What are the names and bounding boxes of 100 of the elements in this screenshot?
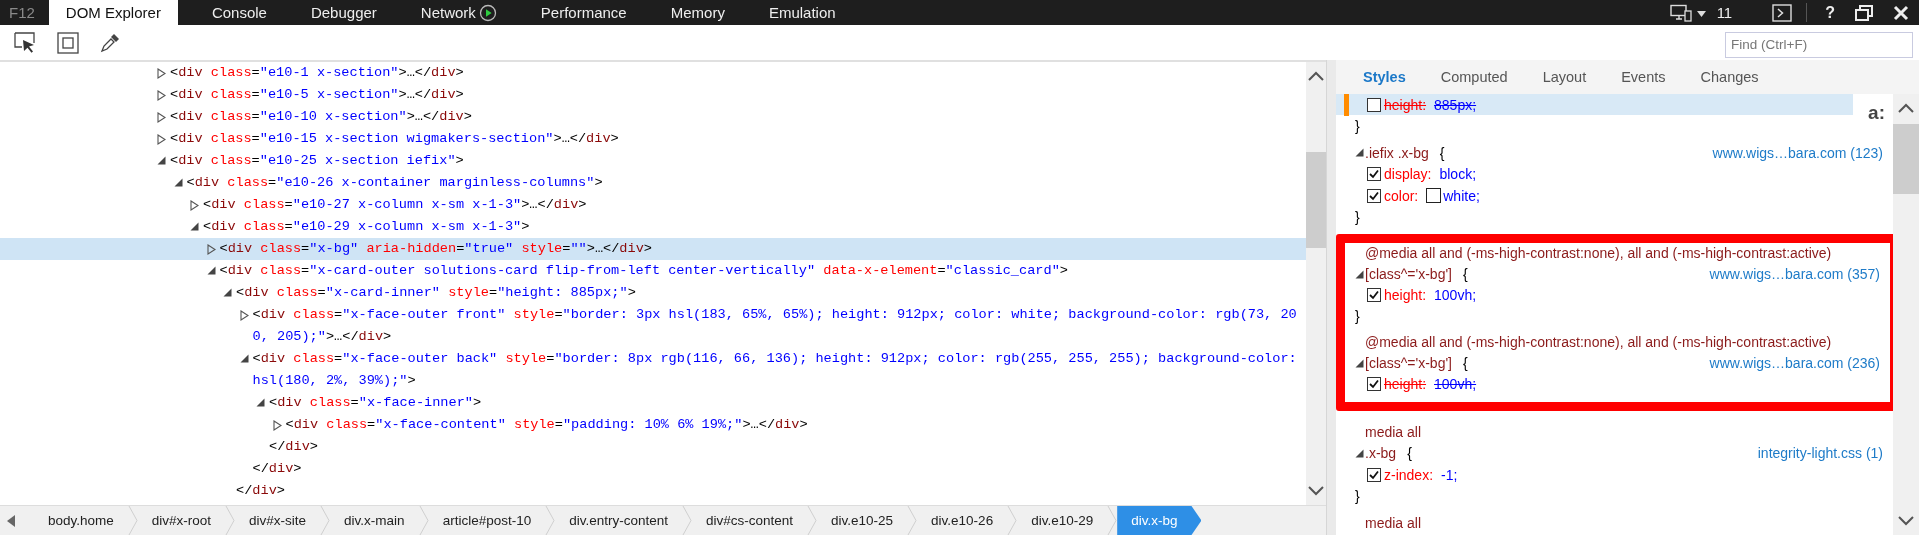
dom-tree-row[interactable]: <div class="x-face-outer back" style="border: 8px rgb(116, 66, 136); height: 912px; color: rgb(255, 255, 255); background-color: hsl(180, 2%, 39%);"> — [0, 348, 1306, 392]
dom-tree-row[interactable]: <div class="e10-25 x-section iefix"> — [0, 150, 1306, 172]
collapsed-triangle-icon[interactable] — [157, 68, 166, 79]
dom-tree-row[interactable]: <div class="x-face-inner"> — [0, 392, 1306, 414]
tab[interactable]: Memory — [648, 0, 747, 25]
declaration-row[interactable]: color: white; — [1336, 184, 1853, 207]
tab[interactable]: Styles — [1363, 68, 1441, 85]
tab[interactable]: Changes — [1700, 68, 1794, 85]
dom-tree-row[interactable]: <div class="x-bg" aria-hidden="true" style="">…</div> — [0, 238, 1306, 260]
tab[interactable]: Computed — [1440, 68, 1543, 85]
collapsed-triangle-icon[interactable] — [239, 310, 249, 321]
declaration-row[interactable]: z-index: -1; — [1336, 463, 1853, 486]
source-link[interactable]: integrity-light.css (1) — [1757, 445, 1883, 461]
tab[interactable]: DOM Explorer — [48, 0, 178, 25]
dom-tree-row[interactable]: <div class="e10-27 x-column x-sm x-1-3">…</div> — [0, 194, 1306, 216]
breadcrumb-item[interactable]: article#post-10 — [428, 506, 546, 535]
dom-tree-row[interactable]: <div class="e10-29 x-column x-sm x-1-3"> — [0, 216, 1306, 238]
tab[interactable]: Debugger — [288, 0, 399, 25]
dom-tree-row[interactable]: <div class="x-card-inner" style="height: 885px;"> — [0, 282, 1306, 304]
dom-node-text: <div class="e10-25 x-section iefix"> — [170, 152, 465, 170]
declaration-row[interactable]: height: 100vh; — [1336, 284, 1850, 306]
breadcrumb-separator — [907, 506, 918, 535]
tab[interactable]: Console — [189, 0, 289, 25]
source-link[interactable]: www.wigs…bara.com (357) — [1709, 266, 1880, 283]
media-query: @media all and (-ms-high-contrast:none), all and (-ms-high-contrast:active) — [1364, 244, 1833, 264]
checkbox[interactable] — [1367, 97, 1381, 112]
css-selector: [class^='x-bg'] { — [1365, 266, 1468, 283]
console-icon[interactable] — [1772, 3, 1793, 22]
close-icon[interactable] — [1893, 4, 1909, 21]
collapsed-triangle-icon[interactable] — [157, 90, 166, 101]
breadcrumb-separator — [682, 506, 692, 535]
expanded-triangle-icon[interactable] — [173, 178, 183, 187]
collapsed-triangle-icon[interactable] — [206, 244, 216, 255]
dom-tree-row[interactable]: <div class="e10-15 x-section wigmakers-section">…</div> — [0, 128, 1306, 150]
expanded-triangle-icon[interactable] — [1355, 448, 1364, 458]
collapsed-triangle-icon[interactable] — [190, 200, 199, 211]
breadcrumb-item[interactable]: div.entry-content — [555, 506, 682, 535]
document-mode-button[interactable]: 11 — [1669, 0, 1763, 25]
css-value: block; — [1439, 166, 1477, 182]
declaration-row[interactable]: height: 100vh; — [1336, 373, 1850, 395]
expanded-triangle-icon[interactable] — [1355, 269, 1364, 279]
dom-node-text: <div class="x-face-inner"> — [269, 394, 483, 412]
expanded-triangle-icon[interactable] — [1355, 358, 1364, 368]
dom-tree-row[interactable]: <div class="e10-26 x-container marginless-columns"> — [0, 172, 1306, 194]
dom-tree-row[interactable]: <div class="x-face-outer front" style="border: 3px hsl(183, 65%, 65%); height: 912px; color: white; background-color: rgb(73, 200, 205);">…</div> — [0, 304, 1306, 348]
breadcrumb-item[interactable]: div.x-main — [330, 506, 419, 535]
tab[interactable]: Layout — [1542, 68, 1622, 85]
find-field[interactable]: Find (Ctrl+F) — [1725, 31, 1913, 58]
dom-tree-row[interactable]: <div class="e10-10 x-section">…</div> — [0, 106, 1306, 128]
closing-brace: } — [1355, 209, 1360, 225]
checkbox[interactable] — [1367, 167, 1381, 181]
declaration-row[interactable]: display: block; — [1336, 163, 1853, 185]
select-element-icon[interactable] — [14, 31, 36, 54]
tab[interactable]: Emulation — [746, 0, 858, 25]
checkbox[interactable] — [1367, 467, 1381, 482]
help-button[interactable]: ? — [1825, 0, 1835, 25]
scroll-left-icon[interactable] — [6, 514, 16, 527]
css-selector: .x-bg { — [1365, 445, 1412, 461]
pseudo-state-button[interactable]: a: — [1868, 101, 1885, 124]
tab[interactable]: Performance — [518, 0, 649, 25]
breadcrumb-item[interactable]: div.e10-25 — [817, 506, 908, 535]
dom-node-text: <div class="x-card-outer solutions-card flip-from-left center-vertically" data-x-element="classic_card"> — [219, 262, 1069, 280]
collapsed-triangle-icon[interactable] — [157, 134, 166, 145]
expanded-triangle-icon[interactable] — [157, 156, 166, 165]
collapsed-triangle-icon[interactable] — [272, 420, 282, 431]
box-model-icon[interactable] — [57, 31, 79, 54]
declaration-row[interactable]: height: 885px; — [1336, 93, 1853, 116]
scrollbar-thumb[interactable] — [1893, 123, 1919, 194]
tab[interactable]: Network — [398, 0, 519, 25]
expanded-triangle-icon[interactable] — [223, 288, 232, 297]
collapsed-triangle-icon[interactable] — [157, 112, 166, 123]
checkbox[interactable] — [1367, 377, 1381, 392]
scrollbar-thumb[interactable] — [1306, 152, 1326, 248]
breadcrumb-item[interactable]: div#x-root — [137, 506, 226, 535]
breadcrumb-separator — [127, 506, 138, 535]
breadcrumb-item[interactable]: div#x-site — [235, 506, 321, 535]
breadcrumb-separator — [225, 506, 236, 535]
breadcrumb-item[interactable]: body.home — [34, 506, 128, 535]
breadcrumb-separator — [1007, 506, 1018, 535]
media-query: media all — [1364, 422, 1423, 442]
expanded-triangle-icon[interactable] — [256, 398, 265, 407]
breadcrumb-item[interactable]: div.e10-29 — [1017, 506, 1108, 535]
expanded-triangle-icon[interactable] — [239, 354, 249, 363]
source-link[interactable]: www.wigs…bara.com (123) — [1712, 144, 1883, 161]
tab[interactable]: Events — [1621, 68, 1701, 85]
dom-tree-row[interactable]: <div class="e10-1 x-section">…</div> — [0, 62, 1306, 84]
checkbox[interactable] — [1367, 288, 1381, 303]
expanded-triangle-icon[interactable] — [206, 266, 216, 275]
color-swatch[interactable] — [1426, 188, 1442, 203]
restore-icon[interactable] — [1855, 4, 1873, 21]
dom-tree-row[interactable]: <div class="x-face-content" style="padding: 10% 6% 19%;">…</div> — [0, 414, 1306, 436]
source-link[interactable]: www.wigs…bara.com (236) — [1709, 355, 1880, 372]
expanded-triangle-icon[interactable] — [1355, 148, 1364, 157]
breadcrumb-item[interactable]: div.e10-26 — [917, 506, 1008, 535]
breadcrumb-item[interactable]: div#cs-content — [692, 506, 808, 535]
dom-node-text: <div class="e10-29 x-column x-sm x-1-3"> — [203, 218, 531, 236]
checkbox[interactable] — [1367, 188, 1381, 203]
dom-tree-row[interactable]: <div class="x-card-outer solutions-card flip-from-left center-vertically" data-x-element="classic_card"> — [0, 260, 1306, 282]
expanded-triangle-icon[interactable] — [190, 222, 199, 231]
dom-tree-row[interactable]: <div class="e10-5 x-section">…</div> — [0, 84, 1306, 106]
